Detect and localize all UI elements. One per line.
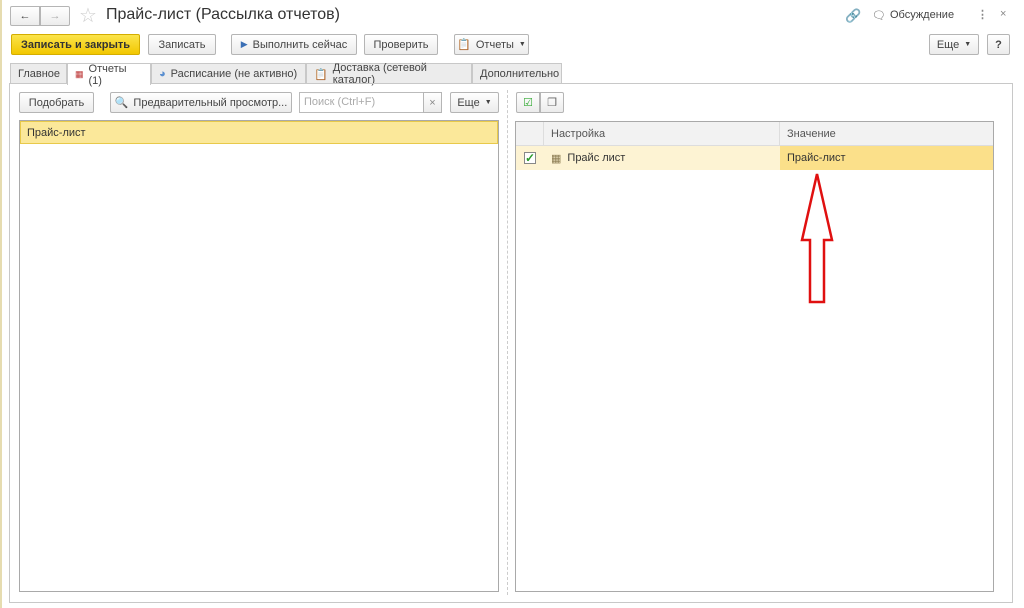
chevron-down-icon: ▼ [484,99,492,106]
annotation-arrow-icon [800,173,834,304]
help-button[interactable]: ? [987,34,1010,55]
clock-icon: ◕ [159,68,166,80]
header-check [516,122,544,145]
page-title: Прайс-лист (Рассылка отчетов) [106,6,340,23]
report-variant-icon: ▦ [551,152,562,165]
settings-table: Настройка Значение ✓ ▦ Прайс лист Прайс-л… [515,121,994,592]
run-icon: ▶ [240,39,248,49]
kebab-menu-icon[interactable]: ⋮ [977,8,988,21]
tab-delivery[interactable]: 📋 Доставка (сетевой каталог) [306,62,472,86]
pick-button[interactable]: Подобрать [19,92,94,113]
chevron-down-icon: ▼ [964,41,972,48]
header-setting[interactable]: Настройка [544,122,780,145]
search-clear-button[interactable]: × [423,92,442,113]
save-button[interactable]: Записать [148,34,216,55]
setting-cell[interactable]: ▦ Прайс лист [544,146,780,170]
reports-menu-button[interactable]: 📋 Отчеты ▼ [454,34,529,55]
checkbox-checked-icon: ✓ [524,151,536,165]
splitter[interactable] [507,90,508,595]
more-button[interactable]: Еще ▼ [929,34,979,55]
report-icon: 📋 [457,39,471,51]
table-row[interactable]: ✓ ▦ Прайс лист Прайс-лист [516,146,993,170]
back-button[interactable]: ← [10,6,40,26]
uncheck-all-icon: ❐ [547,97,557,109]
check-all-icon: ☑ [523,97,533,109]
discussion-button[interactable]: 🗨 Обсуждение [872,9,954,22]
favorite-star-icon[interactable]: ☆ [79,3,97,28]
run-now-button[interactable]: ▶ Выполнить сейчас [231,34,357,55]
search-input[interactable]: Поиск (Ctrl+F) [299,92,442,113]
link-icon[interactable]: 🔗 [845,8,861,24]
check-button[interactable]: Проверить [364,34,438,55]
tab-additional[interactable]: Дополнительно [472,63,562,84]
discussion-icon: 🗨 [872,10,886,22]
window-edge [0,0,2,608]
close-icon[interactable]: × [1000,8,1006,20]
table-header: Настройка Значение [516,122,993,146]
tab-schedule[interactable]: ◕ Расписание (не активно) [151,63,306,84]
row-checkbox[interactable]: ✓ [516,146,544,170]
save-and-close-button[interactable]: Записать и закрыть [11,34,140,55]
chevron-down-icon: ▼ [518,41,526,48]
tab-reports[interactable]: ▦ Отчеты (1) [67,63,151,87]
tab-main[interactable]: Главное [10,63,67,84]
uncheck-all-button[interactable]: ❐ [540,92,564,113]
check-all-button[interactable]: ☑ [516,92,540,113]
reports-list[interactable]: Прайс-лист [19,120,499,592]
magnifier-icon: 🔍 [114,97,129,109]
preview-button[interactable]: 🔍 Предварительный просмотр... [110,92,292,113]
delivery-icon: 📋 [314,68,328,81]
value-cell[interactable]: Прайс-лист [780,146,993,170]
forward-button[interactable]: → [40,6,70,26]
left-more-button[interactable]: Еще ▼ [450,92,499,113]
list-item[interactable]: Прайс-лист [20,121,498,144]
report-icon: ▦ [75,69,84,79]
header-value[interactable]: Значение [780,122,993,145]
